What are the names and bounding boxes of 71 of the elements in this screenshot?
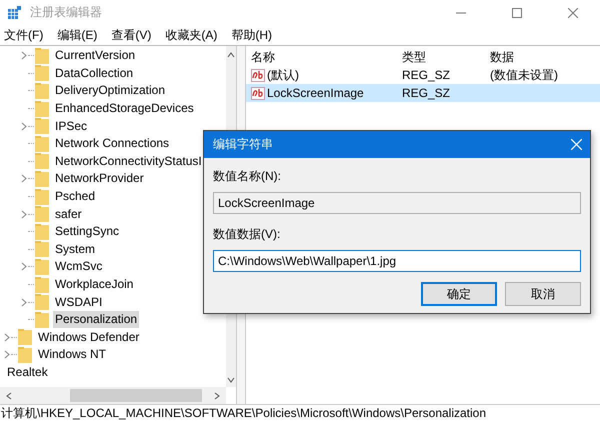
menu-item[interactable]: 帮助(H)	[231, 26, 272, 44]
value-name: LockScreenImage	[267, 86, 364, 100]
folder-icon	[35, 312, 49, 328]
menu-item[interactable]: 查看(V)	[111, 26, 152, 44]
folder-icon	[35, 276, 49, 293]
status-bar: 计算机\HKEY_LOCAL_MACHINE\SOFTWARE\Policies\Microsoft\Windows\Personalization	[0, 404, 600, 421]
tree-item[interactable]: Psched	[53, 188, 98, 206]
tree-item[interactable]: NetworkConnectivityStatusI	[53, 152, 204, 170]
folder-icon	[18, 329, 32, 346]
value-row[interactable]: (默认) REG_SZ (数值未设置)	[246, 66, 600, 84]
tree-item[interactable]: safer	[53, 206, 84, 223]
tree-item[interactable]: System	[53, 240, 98, 258]
tree-item[interactable]: NetworkProvider	[53, 170, 146, 188]
dialog-button[interactable]: 确定	[421, 282, 497, 306]
tree-item[interactable]: SettingSync	[53, 223, 122, 240]
scroll-down-icon[interactable]	[227, 377, 235, 383]
tree-item[interactable]: Windows NT	[36, 346, 108, 364]
string-value-icon	[251, 86, 265, 100]
folder-icon	[35, 136, 49, 152]
folder-icon	[35, 65, 49, 82]
tree-item[interactable]: Windows Defender	[36, 328, 142, 346]
folder-icon	[35, 118, 49, 134]
column-header[interactable]: 数据	[485, 48, 514, 66]
field-label: 数值名称(N):	[213, 168, 282, 185]
scrollbar-thumb[interactable]	[70, 389, 202, 402]
tree-item[interactable]: Realtek	[5, 364, 50, 381]
tree-item[interactable]: CurrentVersion	[53, 47, 138, 64]
folder-icon	[35, 100, 49, 117]
value-type: REG_SZ	[401, 68, 452, 82]
value-name: (默认)	[267, 66, 299, 84]
field-label: 数值数据(V):	[213, 226, 282, 243]
folder-icon	[35, 258, 49, 275]
tree-item[interactable]: DataCollection	[53, 64, 136, 82]
registry-icon	[8, 6, 22, 20]
folder-icon	[35, 224, 49, 240]
tree-item[interactable]: Network Connections	[53, 135, 172, 152]
folder-icon	[35, 48, 49, 64]
maximize-icon[interactable]	[512, 8, 522, 18]
folder-icon	[18, 346, 32, 363]
scroll-right-icon[interactable]	[214, 392, 220, 400]
string-value-icon	[251, 68, 265, 82]
scroll-left-icon[interactable]	[6, 392, 12, 400]
menu-item[interactable]: 文件(F)	[4, 26, 44, 44]
tree-item[interactable]: WSDAPI	[53, 294, 104, 311]
column-header[interactable]: 类型	[397, 48, 485, 66]
dialog-title: 编辑字符串	[213, 136, 273, 153]
folder-icon	[35, 82, 49, 99]
menu-item[interactable]: 编辑(E)	[57, 26, 98, 44]
window-title: 注册表编辑器	[30, 4, 102, 21]
folder-icon	[35, 153, 49, 170]
column-header[interactable]: 名称	[246, 48, 397, 66]
menu-item[interactable]: 收藏夹(A)	[165, 26, 218, 44]
folder-icon	[35, 170, 49, 187]
folder-icon	[35, 294, 49, 310]
tree-item[interactable]: DeliveryOptimization	[53, 82, 168, 100]
value-data-field[interactable]: C:\Windows\Web\Wallpaper\1.jpg	[213, 250, 581, 272]
folder-icon	[35, 241, 49, 258]
scroll-up-icon[interactable]	[227, 52, 235, 58]
tree-item[interactable]: EnhancedStorageDevices	[53, 100, 196, 118]
value-name-field[interactable]: LockScreenImage	[213, 192, 581, 214]
tree-item[interactable]: WcmSvc	[53, 258, 104, 276]
value-row[interactable]: LockScreenImage REG_SZ	[246, 84, 600, 102]
value-type: REG_SZ	[401, 86, 452, 100]
dialog-button[interactable]: 取消	[505, 282, 581, 306]
close-icon[interactable]	[568, 8, 578, 18]
folder-icon	[35, 206, 49, 222]
value-data: (数值未设置)	[489, 66, 558, 84]
folder-icon	[35, 188, 49, 205]
tree-item[interactable]: IPSec	[53, 118, 90, 135]
tree-item[interactable]: Personalization	[53, 311, 140, 328]
tree-item[interactable]: WorkplaceJoin	[53, 276, 136, 294]
